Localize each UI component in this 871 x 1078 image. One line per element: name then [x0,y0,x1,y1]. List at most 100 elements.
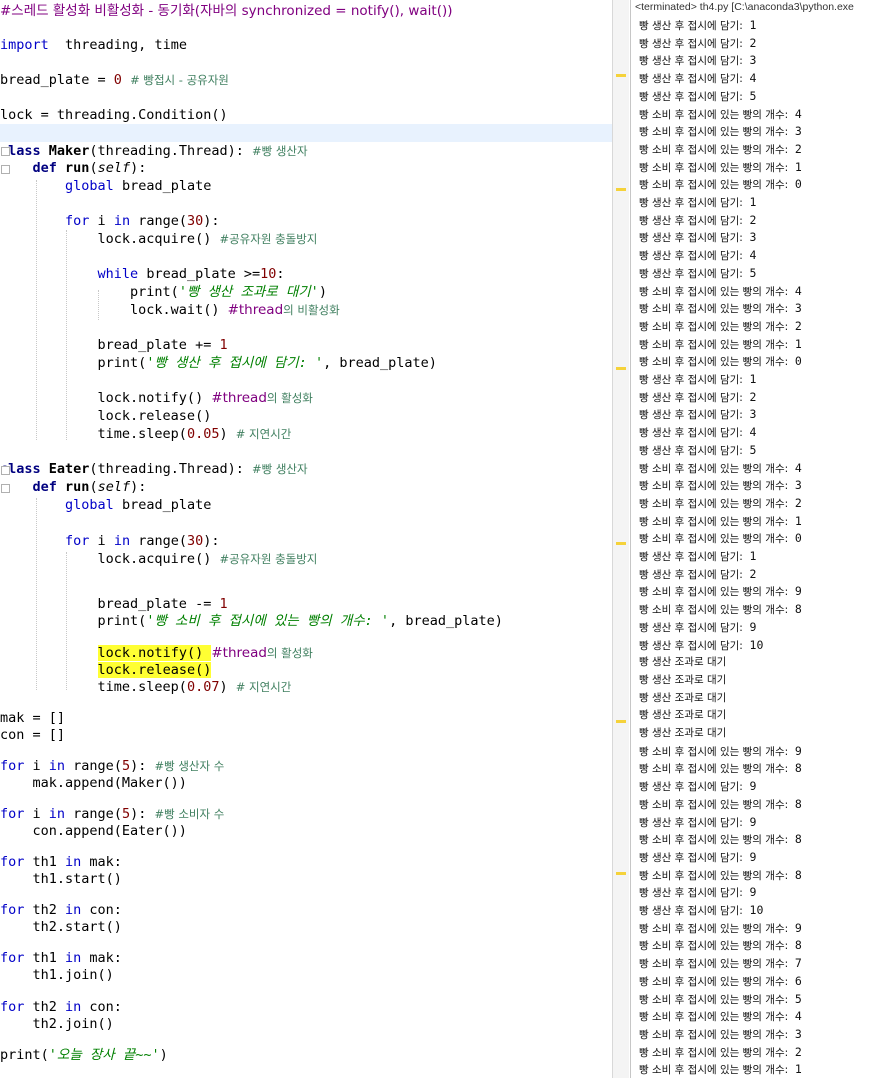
code-line[interactable]: lock.notify() #thread의 활성화 [0,389,612,407]
console-text: 빵 생산 조과로 대기 [639,709,727,722]
code-token: for [65,213,90,229]
console-text: 빵 생산 후 접시에 담기: [639,214,750,227]
console-value: 5 [749,265,757,280]
console-value: 8 [794,832,802,847]
fold-marker-maker[interactable] [1,147,10,156]
code-token: (threading.Thread): [89,143,252,159]
console-text: 빵 소비 후 접시에 있는 빵의 개수: [639,533,795,546]
code-editor[interactable]: #스레드 활성화 비활성화 - 동기화(자바의 synchronized = n… [0,0,612,1078]
console-text: 빵 소비 후 접시에 있는 빵의 개수: [639,356,795,369]
console-value: 7 [794,956,802,971]
code-line[interactable]: mak.append(Maker()) [0,774,612,792]
code-token: Maker [48,143,90,159]
occurrence-marker[interactable] [616,188,626,191]
code-token: in [65,854,82,870]
code-line[interactable]: for i in range(5): #빵 생산자 수 [0,757,612,775]
code-token: self [97,479,131,495]
console-output-line: 빵 생산 조과로 대기 [639,707,726,724]
occurrence-marker[interactable] [616,720,626,723]
code-line[interactable]: for th2 in con: [0,998,612,1016]
code-line[interactable]: for i in range(30): [0,532,612,550]
console-value: 3 [794,478,802,493]
code-token: global [65,178,114,194]
code-line[interactable]: print('빵 생산 후 접시에 담기: ', bread_plate) [0,354,612,372]
code-line[interactable]: print('빵 생산 조과로 대기') [0,283,612,301]
fold-marker-eater[interactable] [1,466,10,475]
code-line[interactable]: lock.release() [0,661,612,679]
code-line[interactable]: for i in range(30): [0,212,612,230]
code-line[interactable]: while bread_plate >=10: [0,265,612,283]
code-token: th1.join() [0,967,114,983]
code-token: 의 활성화 [266,391,313,405]
code-line[interactable]: con.append(Eater()) [0,822,612,840]
console-value: 4 [794,106,802,121]
code-token: 의 비활성화 [283,303,340,317]
code-line[interactable]: mak = [] [0,709,612,727]
code-line[interactable]: class Maker(threading.Thread): #빵 생산자 [0,142,612,160]
code-line[interactable]: th2.start() [0,918,612,936]
code-line[interactable]: global bread_plate [0,177,612,195]
code-line[interactable]: con = [] [0,726,612,744]
code-line[interactable]: def run(self): [0,159,612,177]
console-text: 빵 생산 후 접시에 담기: [639,73,750,86]
console-text: 빵 생산 후 접시에 담기: [639,427,750,440]
overview-ruler[interactable] [612,0,629,1078]
code-line[interactable]: class Eater(threading.Thread): #빵 생산자 [0,460,612,478]
code-line[interactable]: th2.join() [0,1015,612,1033]
console-text: 빵 생산 후 접시에 담기: [639,90,750,103]
code-token: th1.start() [0,871,122,887]
code-line[interactable]: def run(self): [0,478,612,496]
fold-marker-run[interactable] [1,165,10,174]
code-line[interactable]: lock.acquire() #공유자원 충돌방지 [0,550,612,568]
code-line[interactable]: bread_plate = 0 # 빵접시 - 공유자원 [0,71,612,89]
console-text: 빵 소비 후 접시에 있는 빵의 개수: [639,993,795,1006]
code-line[interactable]: import threading, time [0,36,612,54]
code-line[interactable]: lock = threading.Condition() [0,106,612,124]
console-value: 3 [749,407,757,422]
code-token: range( [65,806,122,822]
console-output-line: 빵 생산 후 접시에 담기: 5 [639,442,756,459]
console-value: 4 [749,425,757,440]
console-text: 빵 생산 후 접시에 담기: [639,816,750,829]
console-text: 빵 생산 후 접시에 담기: [639,551,750,563]
fold-marker-run2[interactable] [1,484,10,493]
occurrence-marker[interactable] [616,367,626,370]
code-line[interactable]: print('빵 소비 후 접시에 있는 빵의 개수: ', bread_pla… [0,612,612,630]
code-line[interactable]: bread_plate -= 1 [0,595,612,613]
code-line[interactable]: th1.join() [0,966,612,984]
code-line[interactable]: for th2 in con: [0,901,612,919]
occurrence-marker[interactable] [616,542,626,545]
code-token: lock = threading.Condition() [0,107,228,123]
code-line[interactable]: time.sleep(0.05) # 지연시간 [0,425,612,443]
code-line[interactable]: time.sleep(0.07) # 지연시간 [0,678,612,696]
occurrence-marker[interactable] [616,872,626,875]
code-line[interactable]: lock.wait() #thread의 비활성화 [0,301,612,319]
console-output-line: 빵 생산 후 접시에 담기: 3 [639,229,756,246]
code-token: for [0,902,25,918]
code-token: bread_plate -= [0,596,220,612]
occurrence-marker[interactable] [616,74,626,77]
console-text: 빵 소비 후 접시에 있는 빵의 개수: [639,161,795,174]
code-line[interactable]: for th1 in mak: [0,853,612,871]
code-line[interactable]: lock.release() [0,407,612,425]
code-line[interactable]: print('오늘 장사 끝~~') [0,1046,612,1064]
code-token: ( [89,479,98,495]
code-line[interactable]: for th1 in mak: [0,949,612,967]
code-line[interactable]: lock.notify() #thread의 활성화 [0,644,612,662]
code-token: run [65,160,90,176]
code-line[interactable]: #스레드 활성화 비활성화 - 동기화(자바의 synchronized = n… [0,2,612,20]
console-output-line: 빵 생산 조과로 대기 [639,690,726,707]
code-line[interactable]: lock.acquire() #공유자원 충돌방지 [0,230,612,248]
console-output-line: 빵 생산 후 접시에 담기: 9 [639,619,756,636]
code-line[interactable]: for i in range(5): #빵 소비자 수 [0,805,612,823]
code-line[interactable]: global bread_plate [0,496,612,514]
code-line[interactable]: th1.start() [0,870,612,888]
console-output-line: 빵 생산 후 접시에 담기: 9 [639,884,756,901]
console-value: 2 [794,1044,802,1059]
code-token: i [89,213,114,229]
code-token: '빵 생산 후 접시에 담기: ' [146,355,324,371]
code-line[interactable]: bread_plate += 1 [0,336,612,354]
indent-guide [98,290,99,320]
console-value: 0 [794,354,802,369]
